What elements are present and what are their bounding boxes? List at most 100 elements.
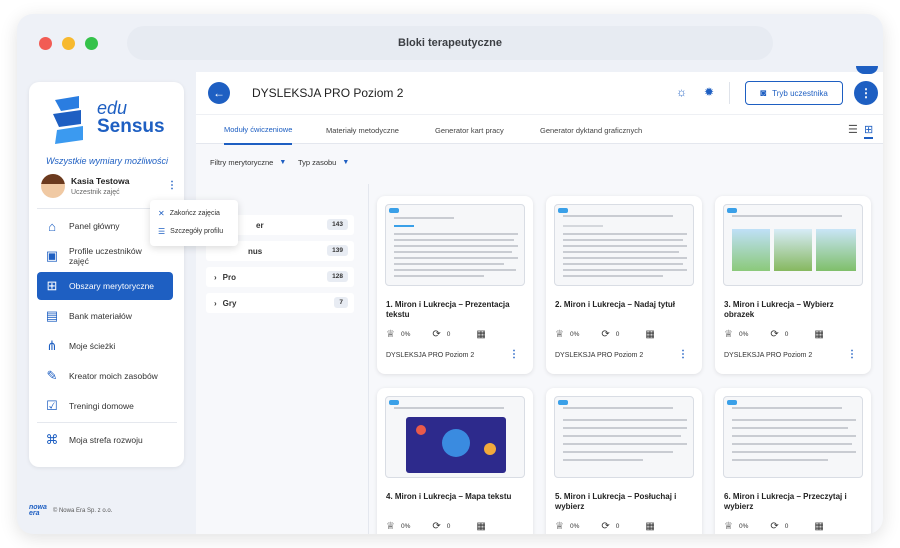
card-stats: ♕ 0% ⟳ 0 ▦	[724, 326, 864, 342]
repeat-icon: ⟳	[601, 328, 610, 340]
back-button[interactable]: ←	[208, 82, 230, 104]
tab-dictation-generator[interactable]: Generator dyktand graficznych	[540, 115, 642, 145]
main-content: ← DYSLEKSJA PRO Poziom 2 ☼ ✹ ◙ Tryb ucze…	[196, 66, 883, 534]
sidebar-item-profiles[interactable]: ▣ Profile uczestników zajęć	[37, 242, 173, 270]
profile-details-menu-item[interactable]: ☰ Szczegóły profilu	[158, 227, 223, 236]
calendar-icon[interactable]: ▦	[476, 329, 485, 340]
nowa-era-logo: nowa era	[29, 504, 47, 517]
level-label: er	[256, 220, 264, 230]
user-profile[interactable]: Kasia Testowa Uczestnik zajęć ⋮	[39, 172, 177, 202]
divider	[729, 82, 730, 104]
level-label: Gry	[222, 298, 237, 308]
progress-value: 0%	[569, 330, 580, 338]
card-title: 2. Miron i Lukrecja – Nadaj tytuł	[555, 300, 676, 309]
filter-label: Typ zasobu	[298, 158, 337, 167]
tab-methodology[interactable]: Materiały metodyczne	[326, 115, 399, 145]
exercise-thumbnail	[554, 396, 694, 478]
sidebar-item-paths[interactable]: ⋔ Moje ścieżki	[37, 332, 173, 360]
more-options-button[interactable]: ⋮	[854, 81, 878, 105]
trophy-icon: ♕	[386, 520, 395, 532]
edusensus-logo[interactable]: edu Sensus	[49, 94, 169, 154]
level-label: nus	[248, 246, 263, 256]
tagline: Wszystkie wymiary możliwości	[45, 156, 168, 166]
repeat-count: 0	[615, 522, 620, 530]
maximize-window-button[interactable]	[85, 37, 98, 50]
minimize-window-button[interactable]	[62, 37, 75, 50]
participant-mode-label: Tryb uczestnika	[772, 88, 828, 98]
repeat-count: 0	[446, 330, 451, 338]
home-icon: ⌂	[48, 218, 56, 234]
exercise-thumbnail	[723, 204, 863, 286]
grid-view-icon[interactable]: ⊞	[864, 123, 874, 139]
level-row[interactable]: › Gry 7	[206, 293, 354, 313]
repeat-count: 0	[784, 522, 789, 530]
card-title: 4. Miron i Lukrecja – Mapa tekstu	[386, 492, 512, 501]
calendar-icon[interactable]: ▦	[814, 329, 823, 340]
trophy-icon: ♕	[724, 328, 733, 340]
exercise-card[interactable]: 4. Miron i Lukrecja – Mapa tekstu ♕ 0% ⟳…	[377, 388, 533, 534]
sidebar-item-label: Moja strefa rozwoju	[69, 435, 143, 445]
window-title: Bloki terapeutyczne	[127, 26, 773, 60]
sidebar-item-areas[interactable]: ⊞ Obszary merytoryczne	[37, 272, 173, 300]
card-stats: ♕ 0% ⟳ 0 ▦	[724, 518, 864, 534]
exercise-card[interactable]: 2. Miron i Lukrecja – Nadaj tytuł ♕ 0% ⟳…	[546, 196, 702, 374]
card-title: 6. Miron i Lukrecja – Przeczytaj i wybie…	[724, 492, 847, 511]
calendar-icon[interactable]: ▦	[476, 521, 485, 532]
repeat-icon: ⟳	[770, 328, 779, 340]
divider	[368, 184, 369, 534]
level-count: 139	[327, 245, 348, 256]
sidebar-item-home-training[interactable]: ☑ Treningi domowe	[37, 392, 173, 420]
level-row[interactable]: › Pro 128	[206, 267, 354, 287]
tab-modules[interactable]: Moduły ćwiczeniowe	[224, 115, 293, 145]
grid-icon: ⊞	[46, 278, 58, 293]
card-stats: ♕ 0% ⟳ 0 ▦	[555, 326, 695, 342]
repeat-icon: ⟳	[601, 520, 610, 532]
card-stats: ♕ 0% ⟳ 0 ▦	[386, 518, 526, 534]
sidebar-item-development[interactable]: ⌘ Moja strefa rozwoju	[37, 426, 173, 454]
exercise-card[interactable]: 3. Miron i Lukrecja – Wybierz obrazek ♕ …	[715, 196, 871, 374]
title-bar: Bloki terapeutyczne	[17, 14, 883, 72]
sidebar-item-creator[interactable]: ✎ Kreator moich zasobów	[37, 362, 173, 390]
light-mode-icon[interactable]: ☼	[676, 85, 687, 99]
exercise-thumbnail	[385, 204, 525, 286]
trophy-icon: ♕	[555, 520, 564, 532]
sidebar-item-label: Treningi domowe	[69, 401, 134, 411]
checklist-icon: ☑	[46, 398, 58, 413]
participant-icon: ◙	[760, 87, 767, 99]
level-count: 7	[334, 297, 348, 308]
level-label: Pro	[222, 272, 237, 282]
account-avatar[interactable]	[856, 66, 878, 74]
exercise-card[interactable]: 5. Miron i Lukrecja – Posłuchaj i wybier…	[546, 388, 702, 534]
card-title: 5. Miron i Lukrecja – Posłuchaj i wybier…	[555, 492, 677, 511]
end-session-menu-item[interactable]: ✕ Zakończ zajęcia	[158, 209, 220, 218]
card-menu-icon[interactable]: ⋮	[509, 349, 519, 360]
tab-worksheet-generator[interactable]: Generator kart pracy	[435, 115, 504, 145]
sun-icon[interactable]: ✹	[704, 85, 714, 99]
filter-resource-type[interactable]: Typ zasobu ▼	[298, 158, 349, 167]
path-icon: ⋔	[46, 338, 58, 353]
card-level: DYSLEKSJA PRO Poziom 2	[555, 352, 644, 359]
calendar-icon[interactable]: ▦	[645, 329, 654, 340]
filters-bar: Filtry merytoryczne ▼ Typ zasobu ▼	[196, 144, 883, 184]
end-session-icon: ✕	[158, 209, 165, 218]
user-menu-icon[interactable]: ⋮	[167, 180, 177, 191]
card-menu-icon[interactable]: ⋮	[678, 349, 688, 360]
participant-mode-button[interactable]: ◙ Tryb uczestnika	[745, 81, 843, 105]
progress-value: 0%	[738, 522, 749, 530]
menu-item-label: Szczegóły profilu	[170, 228, 224, 235]
sidebar-item-label: Kreator moich zasobów	[69, 371, 158, 381]
avatar	[41, 174, 65, 198]
exercise-card[interactable]: 6. Miron i Lukrecja – Przeczytaj i wybie…	[715, 388, 871, 534]
list-view-icon[interactable]: ☰	[848, 123, 858, 136]
footer: nowa era © Nowa Era Sp. z o.o.	[29, 504, 149, 518]
repeat-count: 0	[615, 330, 620, 338]
progress-value: 0%	[569, 522, 580, 530]
filter-topics[interactable]: Filtry merytoryczne ▼	[210, 158, 286, 167]
sidebar-item-bank[interactable]: ▤ Bank materiałów	[37, 302, 173, 330]
calendar-icon[interactable]: ▦	[814, 521, 823, 532]
card-menu-icon[interactable]: ⋮	[847, 349, 857, 360]
close-window-button[interactable]	[39, 37, 52, 50]
calendar-icon[interactable]: ▦	[645, 521, 654, 532]
caret-down-icon: ▼	[342, 159, 350, 166]
exercise-card[interactable]: 1. Miron i Lukrecja – Prezentacja tekstu…	[377, 196, 533, 374]
